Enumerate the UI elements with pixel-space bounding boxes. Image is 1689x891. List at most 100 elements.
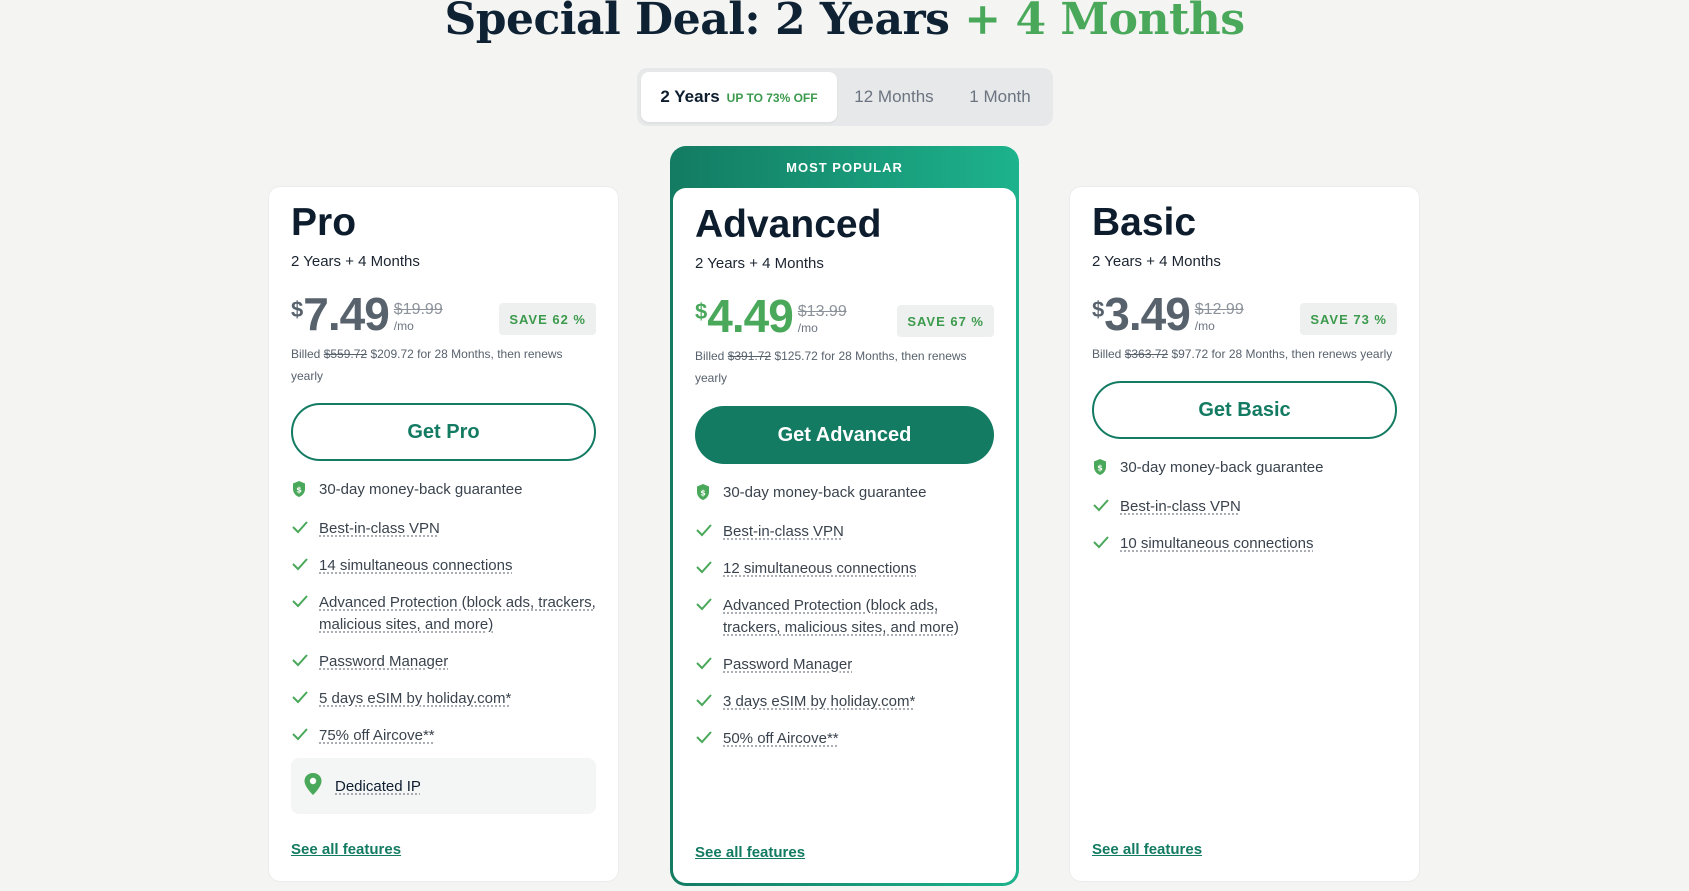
guarantee-text: 30-day money-back guarantee — [319, 481, 523, 498]
price: $ 4.49 $13.99 /mo — [695, 293, 847, 339]
price-period: /mo — [797, 321, 818, 335]
tab-1-month[interactable]: 1 Month — [951, 72, 1049, 122]
billing-period-tabs: 2 Years UP TO 73% OFF 12 Months 1 Month — [637, 68, 1053, 126]
list-item: $ 30-day money-back guarantee — [291, 479, 596, 503]
list-item[interactable]: 75% off Aircove** — [291, 725, 596, 747]
old-price: $13.99 — [797, 303, 847, 320]
billed-prefix: Billed — [291, 347, 321, 361]
plan-term: 2 Years + 4 Months — [291, 253, 420, 270]
save-badge: SAVE 67 % — [897, 305, 994, 337]
feature-text: Advanced Protection (block ads, trackers… — [723, 597, 959, 636]
feature-text: Advanced Protection (block ads, trackers… — [319, 594, 596, 633]
plan-term: 2 Years + 4 Months — [695, 255, 824, 272]
plan-name: Basic — [1092, 201, 1197, 244]
get-basic-button[interactable]: Get Basic — [1092, 381, 1397, 439]
billed-details: $97.72 for 28 Months, then renews yearly — [1171, 347, 1393, 361]
list-item[interactable]: 14 simultaneous connections — [291, 555, 596, 577]
page-headline: Special Deal: 2 Years + 4 Months — [0, 0, 1689, 45]
feature-text: 75% off Aircove** — [319, 727, 435, 744]
shield-icon: $ — [1092, 457, 1120, 481]
billing-note: Billed $391.72 $125.72 for 28 Months, th… — [695, 345, 994, 389]
price-amount: 4.49 — [707, 290, 794, 342]
list-item: $ 30-day money-back guarantee — [695, 482, 994, 506]
most-popular-label: MOST POPULAR — [786, 159, 903, 175]
dedicated-ip-addon[interactable]: Dedicated IP — [291, 758, 596, 814]
price-period: /mo — [1194, 319, 1215, 333]
list-item[interactable]: Password Manager — [695, 654, 994, 676]
currency-symbol: $ — [1092, 297, 1105, 322]
check-icon — [291, 555, 319, 577]
svg-text:$: $ — [1097, 464, 1103, 473]
feature-list: $ 30-day money-back guarantee Best-in-cl… — [291, 479, 596, 762]
list-item[interactable]: Best-in-class VPN — [695, 521, 994, 543]
location-pin-icon — [303, 772, 323, 801]
check-icon — [291, 725, 319, 747]
discount-badge: UP TO 73% OFF — [726, 91, 818, 105]
guarantee-text: 30-day money-back guarantee — [723, 484, 927, 501]
check-icon — [695, 521, 723, 543]
list-item[interactable]: 3 days eSIM by holiday.com* — [695, 691, 994, 713]
feature-list: $ 30-day money-back guarantee Best-in-cl… — [695, 482, 994, 765]
price-period: /mo — [393, 319, 414, 333]
guarantee-text: 30-day money-back guarantee — [1120, 459, 1324, 476]
list-item[interactable]: Best-in-class VPN — [1092, 496, 1397, 518]
check-icon — [291, 518, 319, 540]
feature-text: Password Manager — [723, 656, 853, 673]
check-icon — [1092, 533, 1120, 555]
see-all-features-link[interactable]: See all features — [1092, 841, 1202, 858]
see-all-features-link[interactable]: See all features — [291, 841, 401, 858]
get-pro-button[interactable]: Get Pro — [291, 403, 596, 461]
save-badge: SAVE 73 % — [1300, 303, 1397, 335]
list-item[interactable]: Password Manager — [291, 651, 596, 673]
feature-text: 50% off Aircove** — [723, 730, 839, 747]
list-item[interactable]: 12 simultaneous connections — [695, 558, 994, 580]
dedicated-ip-label: Dedicated IP — [335, 777, 421, 795]
check-icon — [695, 558, 723, 580]
plan-card-advanced: MOST POPULAR Advanced 2 Years + 4 Months… — [670, 146, 1019, 886]
shield-icon: $ — [695, 482, 723, 506]
billed-old-price: $363.72 — [1124, 347, 1169, 361]
old-price: $12.99 — [1194, 301, 1244, 318]
get-advanced-button[interactable]: Get Advanced — [695, 406, 994, 464]
save-badge: SAVE 62 % — [499, 303, 596, 335]
tab-2-years[interactable]: 2 Years UP TO 73% OFF — [641, 72, 837, 122]
feature-text: Best-in-class VPN — [1120, 498, 1241, 515]
feature-text: 5 days eSIM by holiday.com* — [319, 690, 512, 707]
plan-card-pro: Pro 2 Years + 4 Months $ 7.49 $19.99 /mo… — [268, 186, 619, 882]
price: $ 3.49 $12.99 /mo — [1092, 291, 1244, 337]
check-icon — [695, 595, 723, 617]
check-icon — [695, 654, 723, 676]
plan-name: Advanced — [695, 203, 882, 246]
list-item[interactable]: Advanced Protection (block ads, trackers… — [291, 592, 596, 636]
check-icon — [1092, 496, 1120, 518]
check-icon — [695, 728, 723, 750]
check-icon — [291, 688, 319, 710]
price-amount: 7.49 — [303, 288, 390, 340]
list-item[interactable]: 10 simultaneous connections — [1092, 533, 1397, 555]
price: $ 7.49 $19.99 /mo — [291, 291, 443, 337]
old-price: $19.99 — [393, 301, 443, 318]
feature-text: Best-in-class VPN — [723, 523, 844, 540]
tab-12-months[interactable]: 12 Months — [837, 72, 951, 122]
tab-2-years-label: 2 Years — [660, 87, 720, 106]
svg-text:$: $ — [296, 486, 302, 495]
plan-term: 2 Years + 4 Months — [1092, 253, 1221, 270]
billed-prefix: Billed — [695, 349, 725, 363]
price-amount: 3.49 — [1104, 288, 1191, 340]
currency-symbol: $ — [291, 297, 304, 322]
feature-text: 10 simultaneous connections — [1120, 535, 1314, 552]
list-item[interactable]: Advanced Protection (block ads, trackers… — [695, 595, 994, 639]
list-item[interactable]: 50% off Aircove** — [695, 728, 994, 750]
billing-note: Billed $559.72 $209.72 for 28 Months, th… — [291, 343, 596, 387]
svg-text:$: $ — [700, 489, 706, 498]
list-item[interactable]: Best-in-class VPN — [291, 518, 596, 540]
list-item: $ 30-day money-back guarantee — [1092, 457, 1397, 481]
billing-note: Billed $363.72 $97.72 for 28 Months, the… — [1092, 343, 1397, 365]
see-all-features-link[interactable]: See all features — [695, 844, 805, 861]
plan-name: Pro — [291, 201, 357, 244]
currency-symbol: $ — [695, 299, 708, 324]
billed-prefix: Billed — [1092, 347, 1122, 361]
feature-text: 3 days eSIM by holiday.com* — [723, 693, 916, 710]
check-icon — [291, 592, 319, 614]
list-item[interactable]: 5 days eSIM by holiday.com* — [291, 688, 596, 710]
